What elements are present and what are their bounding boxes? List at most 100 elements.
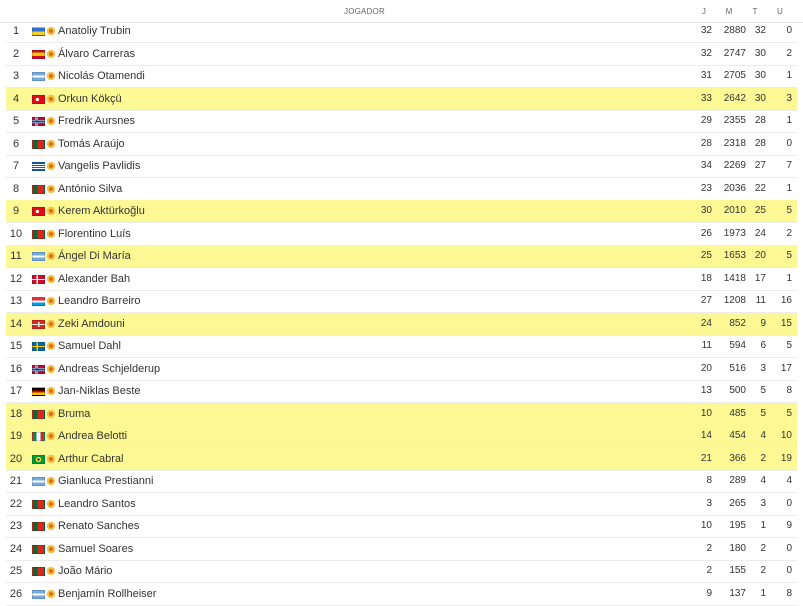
stat-t: 1 [760, 587, 766, 599]
flag-icon [32, 477, 45, 486]
table-row[interactable]: 11 Ángel Di María 25 1653 20 5 [6, 245, 797, 268]
table-row[interactable]: 21 Gianluca Prestianni 8 289 4 4 [6, 470, 797, 493]
stat-m: 852 [729, 317, 746, 329]
table-row[interactable]: 8 António Silva 23 2036 22 1 [6, 178, 797, 201]
player-name-link[interactable]: Tomás Araújo [58, 138, 125, 150]
player-name-link[interactable]: Andrea Belotti [58, 430, 127, 442]
player-name-link[interactable]: Vangelis Pavlidis [58, 160, 140, 172]
stat-j: 23 [700, 182, 712, 194]
player-name-link[interactable]: Zeki Amdouni [58, 318, 125, 330]
row-position: 25 [9, 565, 23, 577]
header-j[interactable]: J [694, 7, 714, 16]
player-name-link[interactable]: Álvaro Carreras [58, 48, 135, 60]
team-badge-icon [47, 297, 55, 305]
stat-m: 2747 [723, 47, 746, 59]
table-row[interactable]: 19 Andrea Belotti 14 454 4 10 [6, 425, 797, 448]
flag-icon [32, 454, 45, 464]
player-name-link[interactable]: Bruma [58, 408, 90, 420]
player-name-link[interactable]: Alexander Bah [58, 273, 130, 285]
table-row[interactable]: 23 Renato Sanches 10 195 1 9 [6, 515, 797, 538]
header-u[interactable]: U [770, 7, 790, 16]
table-row[interactable]: 4 Orkun Kökçü 33 2642 30 3 [6, 87, 797, 111]
row-position: 3 [12, 70, 20, 82]
stat-m: 137 [729, 587, 746, 599]
row-position: 10 [9, 227, 23, 240]
team-badge-icon [47, 454, 55, 463]
player-name-link[interactable]: Leandro Barreiro [58, 295, 141, 307]
player-name-link[interactable]: Benjamín Rollheiser [58, 588, 156, 600]
stat-j: 32 [700, 25, 712, 36]
table-row[interactable]: 16 Andreas Schjelderup 20 516 3 17 [6, 358, 797, 381]
table-row[interactable]: 17 Jan-Niklas Beste 13 500 5 8 [6, 380, 797, 403]
team-badge-icon [47, 319, 55, 328]
table-row[interactable]: 6 Tomás Araújo 28 2318 28 0 [6, 133, 797, 156]
player-name-link[interactable]: Samuel Soares [58, 543, 133, 555]
table-row[interactable]: 10 Florentino Luís 26 1973 24 2 [6, 223, 797, 246]
table-row[interactable]: 26 Benjamín Rollheiser 9 137 1 8 [6, 583, 797, 606]
stat-u: 2 [786, 47, 792, 59]
stat-u: 19 [780, 452, 792, 464]
row-position: 20 [9, 452, 23, 465]
table-row[interactable]: 12 Alexander Bah 18 1418 17 1 [6, 268, 797, 291]
table-row[interactable]: 18 Bruma 10 485 5 5 [6, 402, 797, 426]
player-name-link[interactable]: Leandro Santos [58, 498, 136, 510]
player-name-link[interactable]: Andreas Schjelderup [58, 363, 160, 375]
stat-u: 5 [786, 250, 792, 261]
team-badge-icon [47, 184, 55, 193]
stat-u: 16 [780, 295, 792, 306]
player-name-link[interactable]: Samuel Dahl [58, 340, 121, 352]
team-badge-icon [47, 274, 55, 283]
player-name-link[interactable]: Orkun Kökçü [58, 93, 122, 105]
stat-t: 32 [754, 25, 766, 36]
table-row[interactable]: 5 Fredrik Aursnes 29 2355 28 1 [6, 110, 797, 133]
row-position: 2 [12, 47, 20, 60]
table-row[interactable]: 2 Álvaro Carreras 32 2747 30 2 [6, 43, 797, 66]
table-row[interactable]: 7 Vangelis Pavlidis 34 2269 27 7 [6, 155, 797, 178]
player-name-link[interactable]: António Silva [58, 183, 122, 195]
stat-u: 1 [786, 115, 792, 126]
stat-u: 5 [786, 407, 792, 419]
row-position: 16 [9, 362, 23, 375]
table-row[interactable]: 9 Kerem Aktürkoğlu 30 2010 25 5 [6, 200, 797, 223]
player-name-link[interactable]: Florentino Luís [58, 228, 131, 240]
flag-icon [32, 567, 45, 576]
row-position: 26 [9, 587, 23, 600]
table-row[interactable]: 22 Leandro Santos 3 265 3 0 [6, 493, 797, 516]
flag-icon [32, 319, 45, 329]
player-name-link[interactable]: Gianluca Prestianni [58, 475, 153, 487]
player-name-link[interactable]: Arthur Cabral [58, 453, 123, 465]
player-name-link[interactable]: Nicolás Otamendi [58, 70, 145, 82]
stat-t: 4 [760, 430, 766, 441]
table-row[interactable]: 24 Samuel Soares 2 180 2 0 [6, 538, 797, 561]
player-name-link[interactable]: Jan-Niklas Beste [58, 385, 141, 397]
stat-j: 27 [700, 295, 712, 306]
stat-u: 0 [786, 542, 792, 554]
table-row[interactable]: 25 João Mário 2 155 2 0 [6, 560, 797, 583]
stat-m: 1653 [723, 250, 746, 261]
table-row[interactable]: 15 Samuel Dahl 11 594 6 5 [6, 335, 797, 358]
row-position: 5 [12, 115, 20, 127]
header-t[interactable]: T [745, 7, 765, 16]
player-name-link[interactable]: Anatoliy Trubin [58, 25, 131, 37]
player-name-link[interactable]: Kerem Aktürkoğlu [58, 205, 145, 217]
header-m[interactable]: M [719, 7, 739, 16]
stat-u: 10 [780, 430, 792, 441]
flag-icon [32, 139, 45, 149]
team-badge-icon [47, 499, 55, 508]
table-row[interactable]: 3 Nicolás Otamendi 31 2705 30 1 [6, 65, 797, 88]
team-badge-icon [47, 342, 55, 350]
player-name-link[interactable]: João Mário [58, 565, 112, 577]
header-player[interactable]: JOGADOR [344, 7, 385, 16]
table-row[interactable]: 13 Leandro Barreiro 27 1208 11 16 [6, 290, 797, 313]
team-badge-icon [47, 139, 55, 148]
table-row[interactable]: 20 Arthur Cabral 21 366 2 19 [6, 447, 797, 471]
table-row[interactable]: 14 Zeki Amdouni 24 852 9 15 [6, 312, 797, 336]
flag-icon [32, 409, 45, 419]
player-name-link[interactable]: Ángel Di María [58, 250, 131, 262]
team-badge-icon [47, 229, 55, 238]
player-name-link[interactable]: Renato Sanches [58, 520, 139, 532]
table-row[interactable]: 1 Anatoliy Trubin 32 2880 32 0 [6, 20, 797, 43]
team-badge-icon [47, 94, 55, 103]
player-name-link[interactable]: Fredrik Aursnes [58, 115, 135, 127]
stat-m: 2269 [723, 160, 746, 171]
